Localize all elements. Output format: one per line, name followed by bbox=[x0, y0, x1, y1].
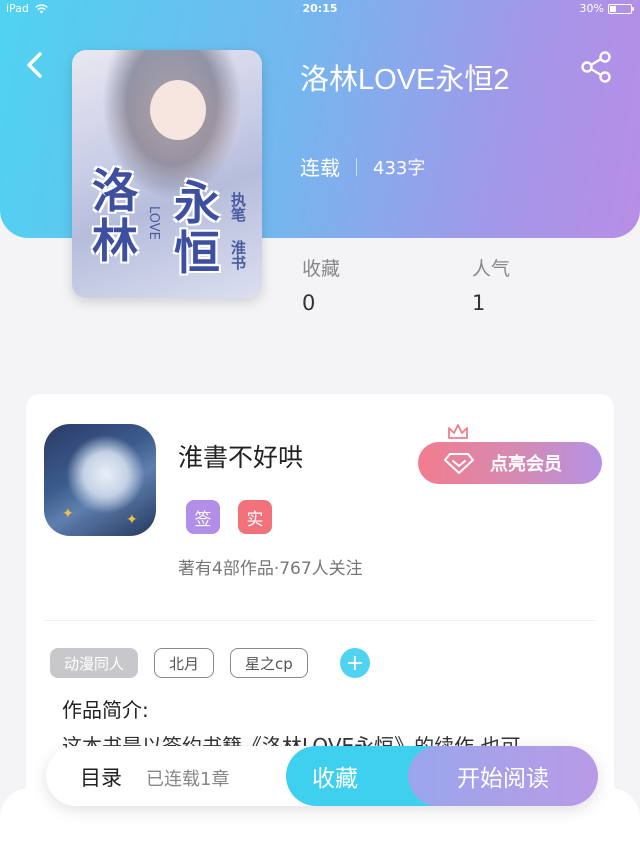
cover-char: 林 bbox=[92, 214, 138, 268]
back-arrow-icon[interactable] bbox=[20, 48, 54, 82]
stat-value: 1 bbox=[472, 291, 486, 315]
tag-item[interactable]: 动漫同人 bbox=[50, 648, 139, 678]
chapter-count[interactable]: 已连载1章 bbox=[146, 765, 229, 791]
cover-side-text: 执笔 bbox=[229, 192, 247, 222]
stat-favorites: 收藏 0 bbox=[302, 254, 340, 315]
avatar-decoration: ✦ bbox=[62, 506, 74, 522]
bottom-action-bar: 目录 已连载1章 收藏 开始阅读 bbox=[46, 746, 598, 806]
book-status-row: 连载 433字 bbox=[300, 152, 425, 181]
author-name[interactable]: 淮書不好哄 bbox=[178, 438, 303, 474]
word-count: 433字 bbox=[373, 157, 426, 179]
book-title: 洛林LOVE永恒2 bbox=[300, 64, 510, 96]
stat-label: 收藏 bbox=[302, 258, 341, 280]
diamond-icon bbox=[444, 453, 474, 474]
toc-button[interactable]: 目录 bbox=[80, 762, 122, 792]
stat-label: 人气 bbox=[472, 258, 511, 280]
tag-item[interactable]: 北月 bbox=[154, 648, 215, 678]
vip-button[interactable]: 点亮会员 bbox=[418, 442, 602, 484]
tag-list: 动漫同人 北月 星之cp + bbox=[50, 648, 370, 678]
intro-heading: 作品简介: bbox=[62, 698, 149, 722]
cover-char: 永 bbox=[174, 176, 220, 230]
stat-popularity: 人气 1 bbox=[472, 254, 510, 315]
card-divider bbox=[44, 620, 596, 621]
crown-icon bbox=[448, 424, 468, 439]
cover-side-text: 淮书 bbox=[229, 240, 247, 270]
cover-face bbox=[150, 80, 206, 140]
author-summary: 著有4部作品·767人关注 bbox=[178, 559, 363, 579]
stat-value: 0 bbox=[302, 291, 316, 315]
author-avatar[interactable]: ✦ ✦ bbox=[44, 424, 156, 536]
battery-percent: 30% bbox=[579, 2, 604, 15]
avatar-decoration: ✦ bbox=[126, 512, 138, 528]
tag-item[interactable]: 星之cp bbox=[230, 648, 308, 678]
verified-badge: 实 bbox=[238, 500, 272, 534]
status-bar: iPad 20:15 30% bbox=[0, 0, 640, 18]
signed-badge: 签 bbox=[186, 500, 220, 534]
status-time: 20:15 bbox=[302, 2, 338, 15]
vip-button-label: 点亮会员 bbox=[490, 454, 562, 475]
status-divider bbox=[356, 157, 357, 176]
cover-char: 恒 bbox=[174, 226, 220, 280]
add-tag-button[interactable]: + bbox=[339, 648, 370, 678]
cover-love-text: LOVE bbox=[146, 206, 161, 240]
share-icon[interactable] bbox=[578, 50, 616, 84]
cover-char: 洛 bbox=[92, 164, 138, 218]
battery-icon bbox=[608, 3, 634, 14]
serial-status: 连载 bbox=[300, 156, 340, 180]
status-right: 30% bbox=[579, 2, 634, 15]
book-cover-image[interactable]: 洛 林 LOVE 永 恒 执笔 淮书 bbox=[72, 50, 262, 298]
start-reading-button[interactable]: 开始阅读 bbox=[408, 746, 598, 806]
